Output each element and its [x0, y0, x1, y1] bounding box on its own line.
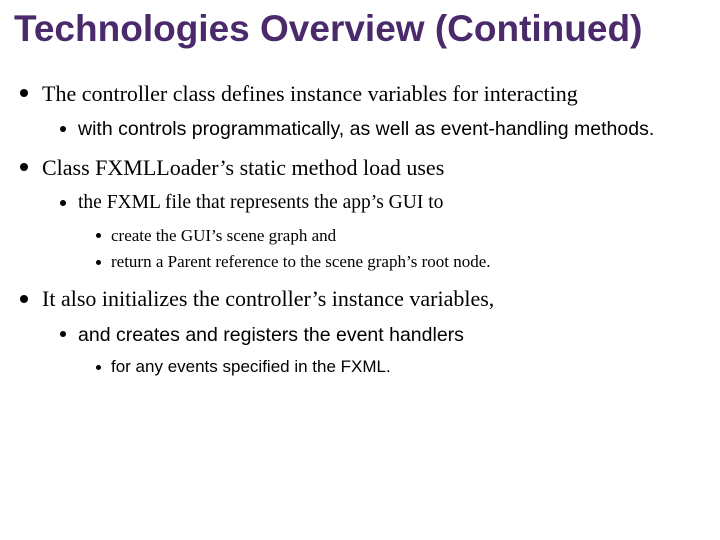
list-item: The controller class defines instance va… — [20, 79, 706, 143]
bullet-text: It also initializes the controller’s ins… — [42, 286, 494, 311]
bullet-text: return a Parent reference to the scene g… — [111, 252, 491, 271]
slide: Technologies Overview (Continued) The co… — [0, 0, 720, 540]
list-item: Class FXMLLoader’s static method load us… — [20, 153, 706, 275]
bullet-list: The controller class defines instance va… — [14, 79, 706, 380]
bullet-text: with controls programmatically, as well … — [78, 118, 654, 140]
list-item: with controls programmatically, as well … — [60, 116, 706, 142]
bullet-text: Class FXMLLoader’s static method load us… — [42, 155, 444, 180]
list-item: and creates and registers the event hand… — [60, 322, 706, 379]
list-item: return a Parent reference to the scene g… — [96, 251, 706, 274]
slide-title: Technologies Overview (Continued) — [14, 8, 706, 51]
bullet-text: The controller class defines instance va… — [42, 81, 578, 106]
bullet-text: and creates and registers the event hand… — [78, 324, 464, 346]
list-item: It also initializes the controller’s ins… — [20, 284, 706, 379]
bullet-text: for any events specified in the FXML. — [111, 357, 391, 376]
bullet-text: create the GUI’s scene graph and — [111, 226, 336, 245]
bullet-text: the FXML file that represents the app’s … — [78, 192, 443, 213]
list-item: create the GUI’s scene graph and — [96, 225, 706, 248]
list-item: the FXML file that represents the app’s … — [60, 190, 706, 274]
list-item: for any events specified in the FXML. — [96, 356, 706, 379]
